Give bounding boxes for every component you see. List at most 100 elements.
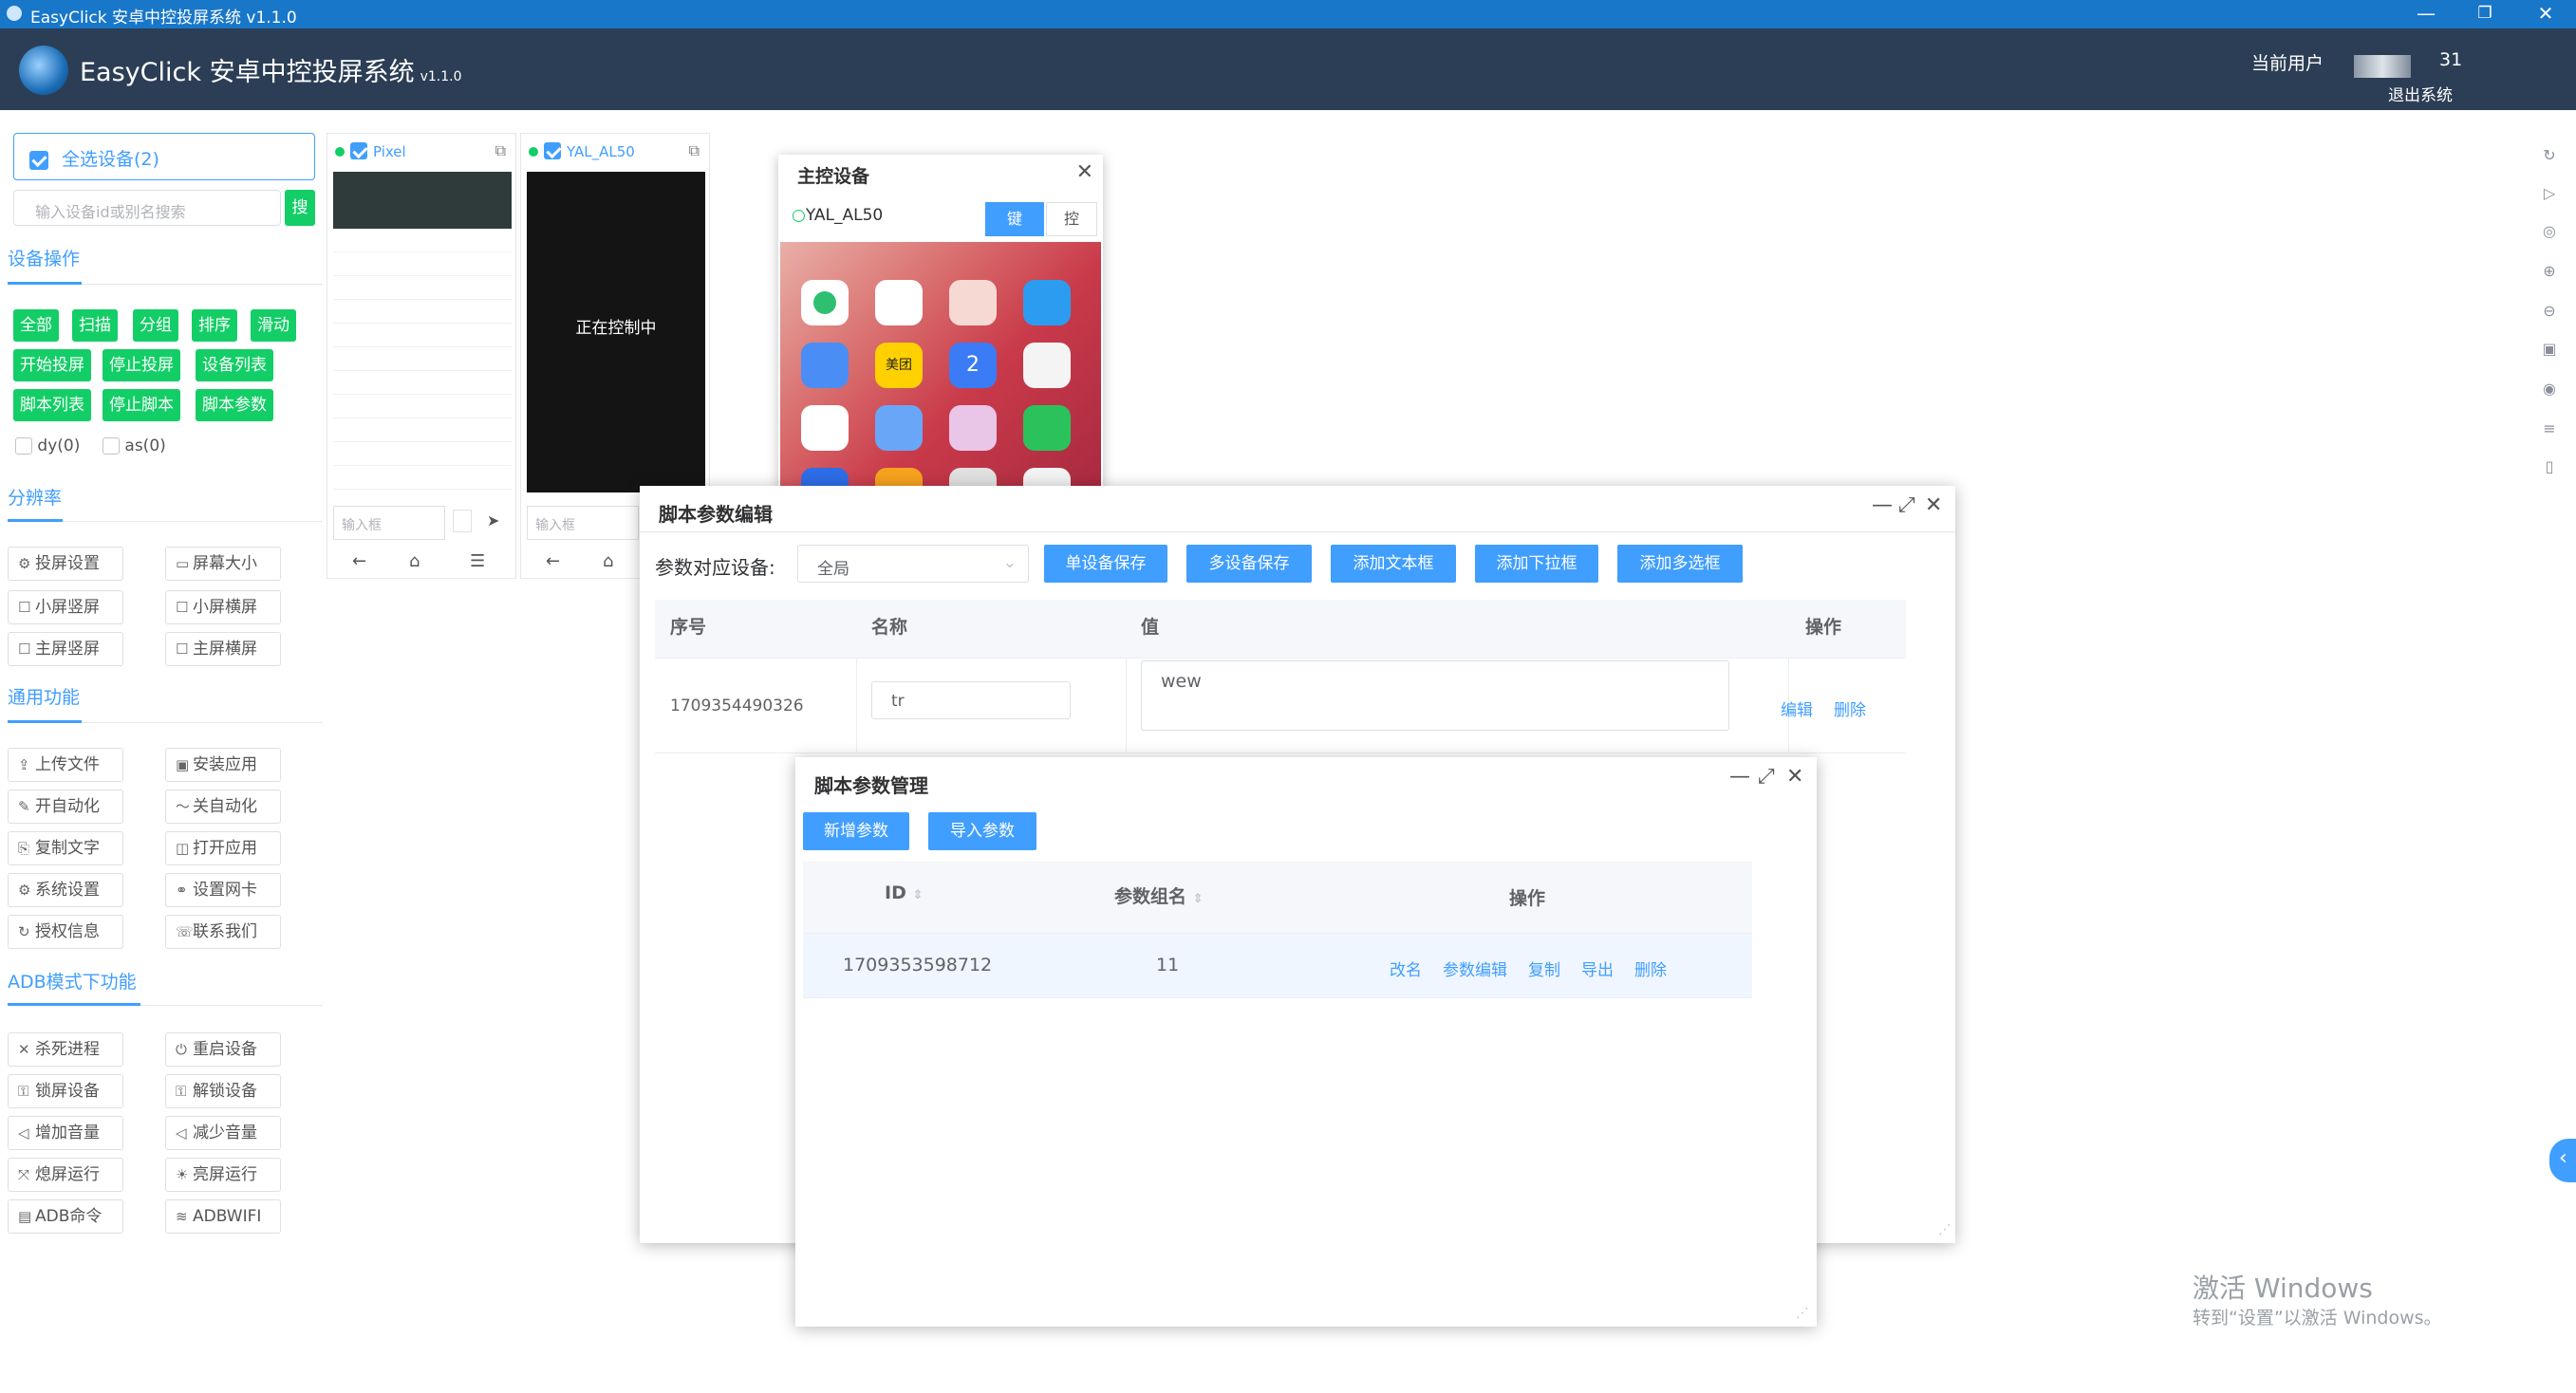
network-card-button[interactable]: ⚭ 设置网卡 bbox=[165, 873, 281, 907]
play-icon[interactable]: ▷ bbox=[2540, 184, 2559, 203]
sort-icon[interactable]: ⇕ bbox=[1193, 892, 1204, 906]
expand-panel-icon[interactable]: ‹ bbox=[2549, 1139, 2576, 1182]
device-text-input[interactable]: 输入框 bbox=[527, 506, 639, 540]
refresh-icon[interactable]: ↻ bbox=[2540, 146, 2559, 165]
copy-link[interactable]: 复制 bbox=[1528, 957, 1560, 980]
home-icon[interactable]: ⌂ bbox=[409, 551, 420, 571]
logout-link[interactable]: 退出系统 bbox=[2388, 82, 2453, 105]
script-params-button[interactable]: 脚本参数 bbox=[196, 389, 273, 421]
menu-icon[interactable]: ☰ bbox=[470, 551, 485, 571]
app-icon[interactable] bbox=[801, 280, 849, 325]
add-param-button[interactable]: 新增参数 bbox=[803, 812, 909, 850]
back-icon[interactable]: ← bbox=[546, 551, 560, 571]
close-icon[interactable]: ✕ bbox=[1786, 765, 1803, 789]
reboot-device-button[interactable]: ⏻ 重启设备 bbox=[165, 1032, 281, 1067]
op-sort-button[interactable]: 排序 bbox=[192, 309, 237, 342]
add-dropdown-button[interactable]: 添加下拉框 bbox=[1475, 545, 1598, 583]
contact-us-button[interactable]: ☏联系我们 bbox=[165, 915, 281, 949]
op-scan-button[interactable]: 扫描 bbox=[72, 309, 118, 342]
multi-device-save-button[interactable]: 多设备保存 bbox=[1186, 545, 1312, 583]
device-checkbox[interactable] bbox=[544, 142, 561, 159]
import-param-button[interactable]: 导入参数 bbox=[928, 812, 1036, 850]
small-landscape-button[interactable]: ☐ 小屏横屏 bbox=[165, 590, 281, 624]
zoom-in-icon[interactable]: ⊕ bbox=[2540, 262, 2559, 281]
volume-down-button[interactable]: ◁ 减少音量 bbox=[165, 1116, 281, 1150]
zoom-out-icon[interactable]: ⊖ bbox=[2540, 302, 2559, 321]
maximize-icon[interactable]: ⤢ bbox=[1898, 493, 1915, 517]
delete-link[interactable]: 删除 bbox=[1834, 696, 1866, 720]
music-icon[interactable] bbox=[875, 405, 923, 451]
calendar-app[interactable]: 2 bbox=[949, 343, 997, 388]
delete-link[interactable]: 删除 bbox=[1634, 957, 1667, 980]
param-name-input[interactable]: tr bbox=[871, 681, 1071, 719]
adb-command-button[interactable]: ▤ ADB命令 bbox=[8, 1199, 123, 1234]
close-icon[interactable]: ✕ bbox=[1076, 160, 1093, 184]
device-card-pixel[interactable]: Pixel ⧉ 输入框 ➤ ← ⌂ ☰ bbox=[327, 133, 516, 579]
param-edit-link[interactable]: 参数编辑 bbox=[1443, 957, 1507, 980]
app-icon[interactable] bbox=[875, 280, 923, 325]
license-info-button[interactable]: ↻ 授权信息 bbox=[8, 915, 123, 949]
back-icon[interactable]: ← bbox=[352, 551, 366, 571]
screen-on-run-button[interactable]: ☀ 亮屏运行 bbox=[165, 1158, 281, 1192]
system-settings-button[interactable]: ⚙ 系统设置 bbox=[8, 873, 123, 907]
lock-icon[interactable] bbox=[801, 343, 849, 388]
install-app-button[interactable]: ▣ 安装应用 bbox=[165, 748, 281, 782]
group-check-dy[interactable]: dy(0) bbox=[15, 436, 80, 455]
volume-up-button[interactable]: ◁ 增加音量 bbox=[8, 1116, 123, 1150]
screenshot-icon[interactable]: ▣ bbox=[2540, 340, 2559, 359]
key-mode-button[interactable]: 键 bbox=[985, 202, 1044, 236]
wechat-icon[interactable] bbox=[1023, 405, 1071, 451]
stop-cast-button[interactable]: 停止投屏 bbox=[103, 349, 180, 381]
device-input-checkbox[interactable] bbox=[453, 510, 472, 532]
device-text-input[interactable]: 输入框 bbox=[333, 506, 445, 540]
lock-device-button[interactable]: ⚿ 锁屏设备 bbox=[8, 1074, 123, 1108]
device-select[interactable]: 全局 ⌄ bbox=[797, 545, 1029, 583]
main-landscape-button[interactable]: ☐ 主屏横屏 bbox=[165, 632, 281, 666]
main-portrait-button[interactable]: ☐ 主屏竖屏 bbox=[8, 632, 123, 666]
group-check-as[interactable]: as(0) bbox=[103, 436, 166, 455]
open-app-button[interactable]: ◫ 打开应用 bbox=[165, 831, 281, 865]
device-screen[interactable]: 正在控制中 bbox=[527, 172, 705, 492]
device-checkbox[interactable] bbox=[350, 142, 367, 159]
checkbox-icon[interactable] bbox=[29, 150, 48, 170]
app-icon[interactable] bbox=[949, 280, 997, 325]
upload-file-button[interactable]: ⇪ 上传文件 bbox=[8, 748, 123, 782]
single-device-save-button[interactable]: 单设备保存 bbox=[1044, 545, 1167, 583]
device-list-button[interactable]: 设备列表 bbox=[196, 349, 273, 381]
camera-icon[interactable] bbox=[1023, 343, 1071, 388]
stop-script-button[interactable]: 停止脚本 bbox=[103, 389, 180, 421]
filter-icon[interactable]: ≡ bbox=[2540, 419, 2559, 438]
param-value-textarea[interactable]: wew bbox=[1141, 660, 1729, 731]
screen-off-run-button[interactable]: ⤧ 熄屏运行 bbox=[8, 1158, 123, 1192]
unlock-device-button[interactable]: ⚿ 解锁设备 bbox=[165, 1074, 281, 1108]
device-screen-mirror[interactable]: 美团 2 bbox=[780, 242, 1101, 489]
start-cast-button[interactable]: 开始投屏 bbox=[13, 349, 91, 381]
add-textbox-button[interactable]: 添加文本框 bbox=[1331, 545, 1456, 583]
minimize-button[interactable]: — bbox=[2398, 0, 2455, 28]
photos-icon[interactable] bbox=[949, 405, 997, 451]
minimize-icon[interactable]: — bbox=[1729, 765, 1750, 789]
device-screen[interactable] bbox=[333, 172, 512, 492]
restore-button[interactable]: ❐ bbox=[2456, 0, 2513, 28]
meituan-app[interactable]: 美团 bbox=[875, 343, 923, 388]
adb-wifi-button[interactable]: ≋ ADBWIFI bbox=[165, 1199, 281, 1234]
disable-automation-button[interactable]: 〜关自动化 bbox=[165, 789, 281, 824]
col-group-name[interactable]: 参数组名 ⇕ bbox=[1114, 882, 1204, 908]
close-window-button[interactable]: ✕ bbox=[2517, 0, 2574, 28]
edit-link[interactable]: 编辑 bbox=[1781, 696, 1813, 720]
op-swipe-button[interactable]: 滑动 bbox=[251, 309, 296, 342]
app-icon[interactable] bbox=[1023, 280, 1071, 325]
copy-icon[interactable]: ⧉ bbox=[495, 141, 506, 160]
resize-handle-icon[interactable]: ⋰ bbox=[1938, 1222, 1951, 1237]
send-icon[interactable]: ➤ bbox=[487, 511, 499, 529]
script-list-button[interactable]: 脚本列表 bbox=[13, 389, 91, 421]
sort-icon[interactable]: ⇕ bbox=[912, 888, 923, 902]
rename-link[interactable]: 改名 bbox=[1390, 957, 1422, 980]
close-icon[interactable]: ✕ bbox=[1925, 493, 1942, 517]
minimize-icon[interactable]: — bbox=[1872, 493, 1893, 517]
col-id[interactable]: ID ⇕ bbox=[885, 882, 923, 903]
maximize-icon[interactable]: ⤢ bbox=[1758, 765, 1775, 789]
kill-process-button[interactable]: ✕ 杀死进程 bbox=[8, 1032, 123, 1067]
copy-text-button[interactable]: ⎘ 复制文字 bbox=[8, 831, 123, 865]
screen-size-button[interactable]: ▭ 屏幕大小 bbox=[165, 547, 281, 581]
